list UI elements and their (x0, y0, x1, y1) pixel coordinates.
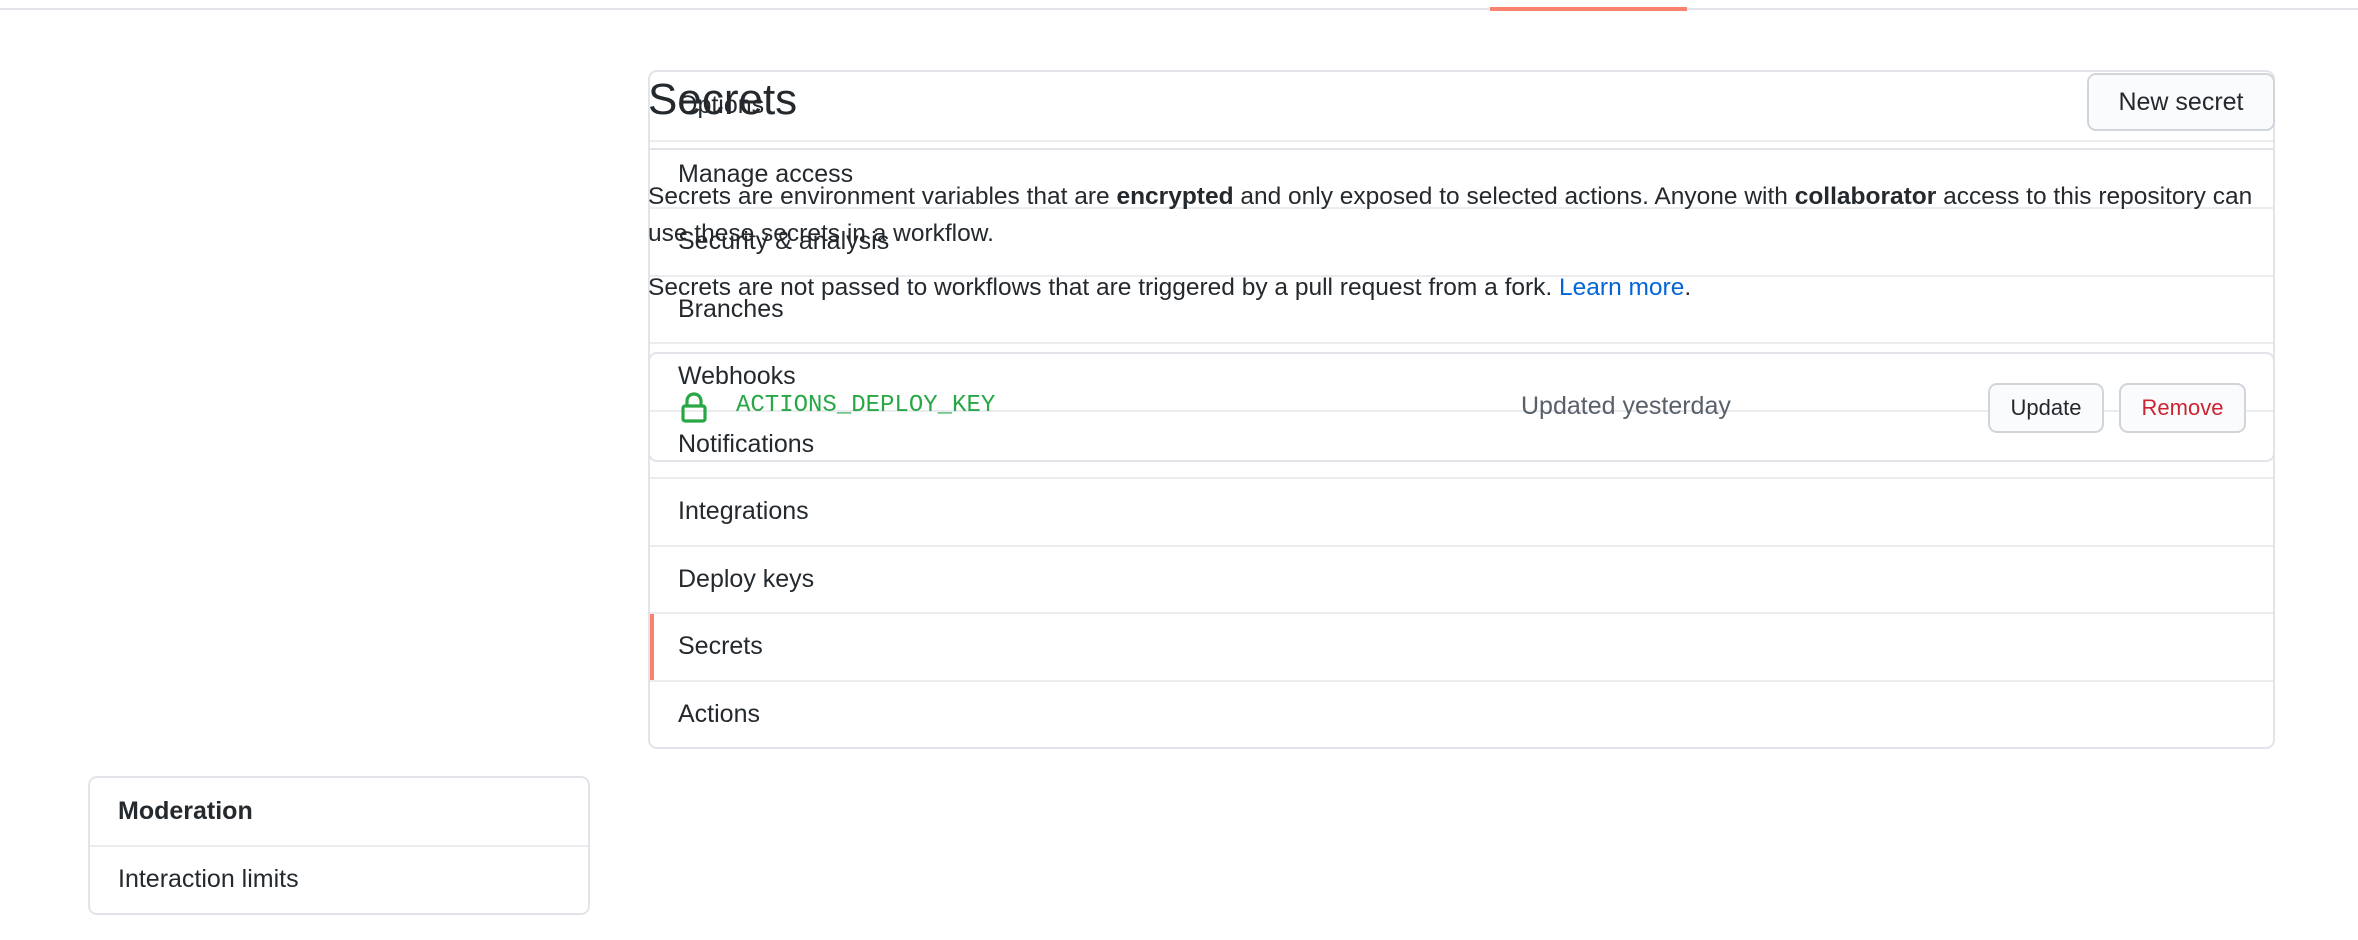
sidebar-item-label: Secrets (678, 632, 763, 661)
fork-note: Secrets are not passed to workflows that… (648, 274, 1692, 301)
top-nav-border (0, 0, 2358, 10)
sidebar-item-secrets[interactable]: Secrets (650, 612, 2273, 680)
learn-more-link[interactable]: Learn more (1559, 274, 1684, 301)
sidebar-item-deploy-keys[interactable]: Deploy keys (650, 544, 2273, 613)
secrets-main: Secrets New secret Secrets are environme… (648, 70, 2275, 462)
secret-name: ACTIONS_DEPLOY_KEY (736, 392, 996, 419)
sidebar-item-interaction-limits[interactable]: Interaction limits (90, 845, 588, 913)
sidebar-item-integrations[interactable]: Integrations (650, 477, 2273, 545)
sidebar-item-actions[interactable]: Actions (650, 679, 2273, 748)
collaborator-emphasis: collaborator (1794, 183, 1937, 210)
moderation-heading: Moderation (118, 797, 253, 825)
new-secret-button[interactable]: New secret (2087, 73, 2275, 131)
encrypted-emphasis: encrypted (1116, 183, 1234, 210)
secrets-description: Secrets are environment variables that a… (648, 183, 2253, 247)
page-header: Secrets New secret (648, 70, 2275, 150)
moderation-sidebar: Moderation Interaction limits (88, 776, 590, 915)
lock-icon (680, 392, 708, 424)
sidebar-item-label: Deploy keys (678, 564, 815, 593)
secret-updated-time: Updated yesterday (1521, 392, 1731, 420)
secret-row: ACTIONS_DEPLOY_KEY Updated yesterday Upd… (648, 352, 2275, 462)
page-title: Secrets (648, 75, 798, 124)
sidebar-item-label: Integrations (678, 497, 809, 526)
top-nav-active-indicator (1490, 7, 1687, 11)
sidebar-item-label: Interaction limits (118, 865, 299, 894)
sidebar-item-label: Actions (678, 699, 760, 728)
update-secret-button[interactable]: Update (1988, 383, 2104, 433)
remove-secret-button[interactable]: Remove (2119, 383, 2246, 433)
